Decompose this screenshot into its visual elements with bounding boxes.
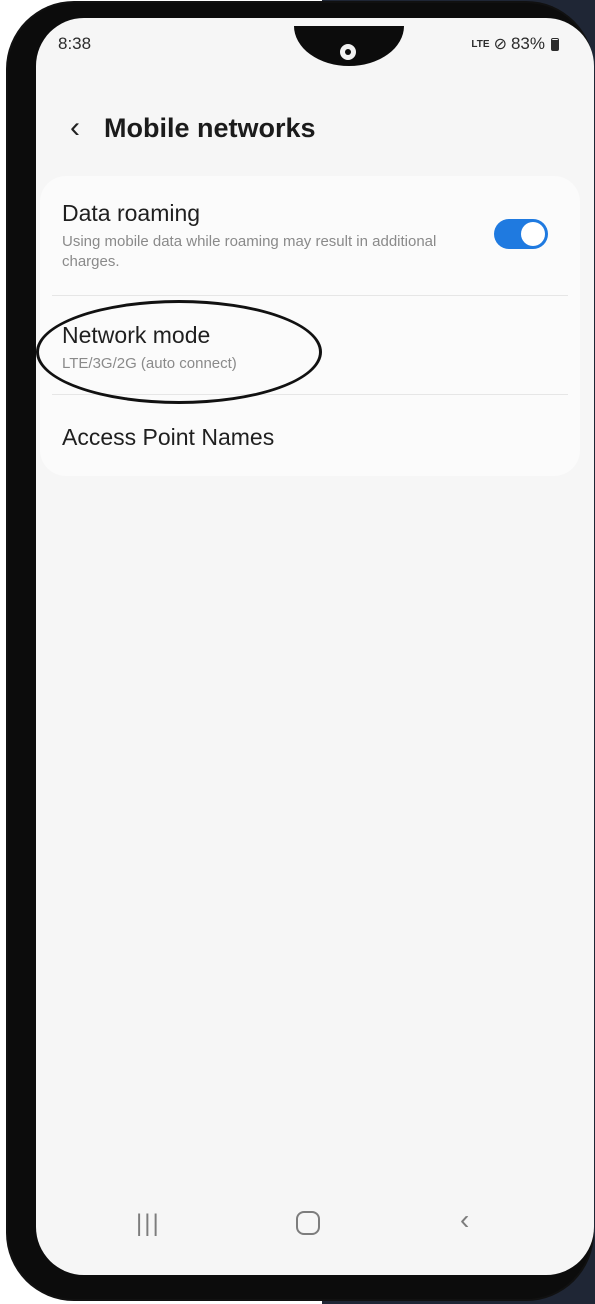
lte-signal-icon: LTE [471, 38, 490, 50]
do-not-disturb-icon: ⊘ [493, 36, 507, 53]
network-mode-title: Network mode [62, 322, 211, 348]
network-mode-value: LTE/3G/2G (auto connect) [62, 355, 237, 372]
navigation-bar: ||| ‹ [28, 1192, 586, 1256]
back-chevron-icon[interactable]: ‹ [60, 108, 90, 148]
app-header: ‹ Mobile networks [60, 108, 316, 148]
front-camera-icon [337, 41, 359, 63]
data-roaming-title: Data roaming [62, 200, 201, 226]
home-icon[interactable] [296, 1211, 320, 1235]
status-time: 8:38 [58, 34, 92, 53]
setting-access-point-names[interactable]: Access Point Names [62, 424, 554, 451]
status-icons: LTE ⊘ 83% [471, 34, 559, 54]
settings-card: Data roaming Using mobile data while roa… [40, 176, 580, 476]
page-title: Mobile networks [104, 112, 316, 143]
battery-icon [551, 37, 559, 51]
setting-network-mode[interactable]: Network mode LTE/3G/2G (auto connect) [62, 322, 554, 374]
divider [52, 295, 568, 296]
data-roaming-description: Using mobile data while roaming may resu… [62, 233, 437, 270]
toggle-knob [521, 222, 545, 246]
back-icon[interactable]: ‹ [460, 1204, 469, 1236]
battery-percent: 83% [510, 34, 545, 53]
recents-icon[interactable]: ||| [136, 1210, 161, 1238]
divider [52, 394, 568, 395]
setting-data-roaming[interactable]: Data roaming Using mobile data while roa… [62, 200, 554, 272]
data-roaming-toggle[interactable] [494, 219, 548, 249]
apn-title: Access Point Names [62, 424, 275, 450]
